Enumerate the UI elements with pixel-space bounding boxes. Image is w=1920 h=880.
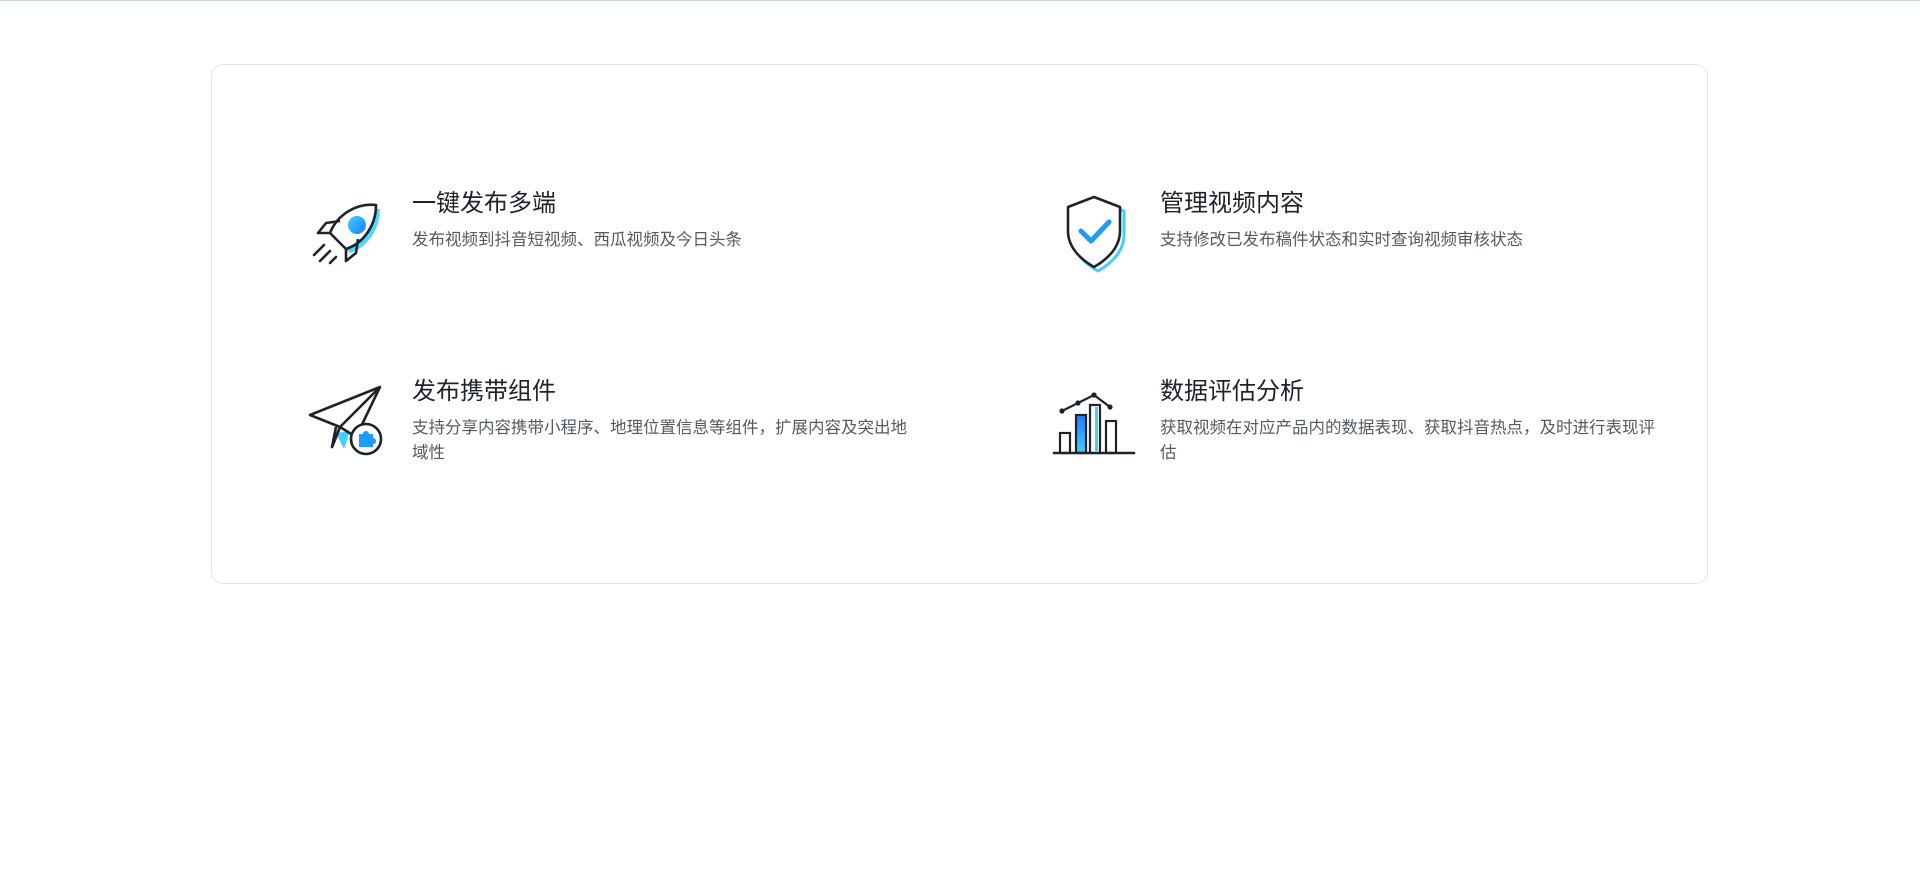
- feature-title: 发布携带组件: [412, 377, 556, 405]
- bar-chart-icon: [1048, 375, 1138, 465]
- feature-description: 支持分享内容携带小程序、地理位置信息等组件，扩展内容及突出地域性: [412, 418, 907, 462]
- feature-title: 管理视频内容: [1160, 189, 1304, 217]
- paper-plane-puzzle-icon: [300, 375, 390, 465]
- rocket-icon: [300, 187, 390, 277]
- feature-description: 发布视频到抖音短视频、西瓜视频及今日头条: [412, 230, 742, 249]
- feature-title: 一键发布多端: [412, 189, 556, 217]
- feature-item-publish-multi: 一键发布多端 发布视频到抖音短视频、西瓜视频及今日头条: [300, 187, 940, 307]
- feature-description: 支持修改已发布稿件状态和实时查询视频审核状态: [1160, 230, 1523, 249]
- feature-description: 获取视频在对应产品内的数据表现、获取抖音热点，及时进行表现评估: [1160, 418, 1655, 462]
- feature-item-publish-components: 发布携带组件 支持分享内容携带小程序、地理位置信息等组件，扩展内容及突出地域性: [300, 375, 940, 495]
- feature-item-manage-content: 管理视频内容 支持修改已发布稿件状态和实时查询视频审核状态: [1048, 187, 1688, 307]
- feature-card: 一键发布多端 发布视频到抖音短视频、西瓜视频及今日头条 管理视频内容 支持修改已…: [211, 64, 1708, 584]
- top-divider: [0, 0, 1920, 1]
- feature-item-data-analysis: 数据评估分析 获取视频在对应产品内的数据表现、获取抖音热点，及时进行表现评估: [1048, 375, 1688, 495]
- shield-check-icon: [1048, 187, 1138, 277]
- feature-title: 数据评估分析: [1160, 377, 1304, 405]
